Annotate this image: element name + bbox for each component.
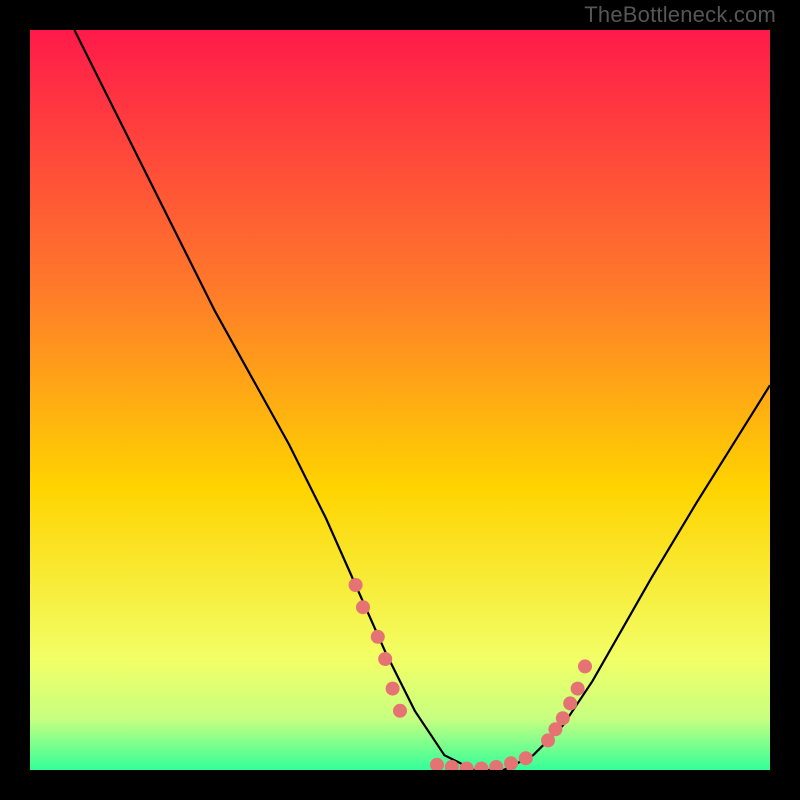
data-point-dot: [393, 704, 407, 718]
data-point-dot: [519, 751, 533, 765]
data-point-dot: [349, 578, 363, 592]
data-point-dot: [378, 652, 392, 666]
watermark-text: TheBottleneck.com: [584, 2, 776, 28]
gradient-background: [30, 30, 770, 770]
data-point-dot: [571, 682, 585, 696]
bottleneck-chart: [30, 30, 770, 770]
data-point-dot: [371, 630, 385, 644]
data-point-dot: [504, 756, 518, 770]
data-point-dot: [386, 682, 400, 696]
data-point-dot: [556, 711, 570, 725]
data-point-dot: [563, 696, 577, 710]
data-point-dot: [356, 600, 370, 614]
data-point-dot: [578, 659, 592, 673]
chart-frame: [20, 20, 780, 780]
